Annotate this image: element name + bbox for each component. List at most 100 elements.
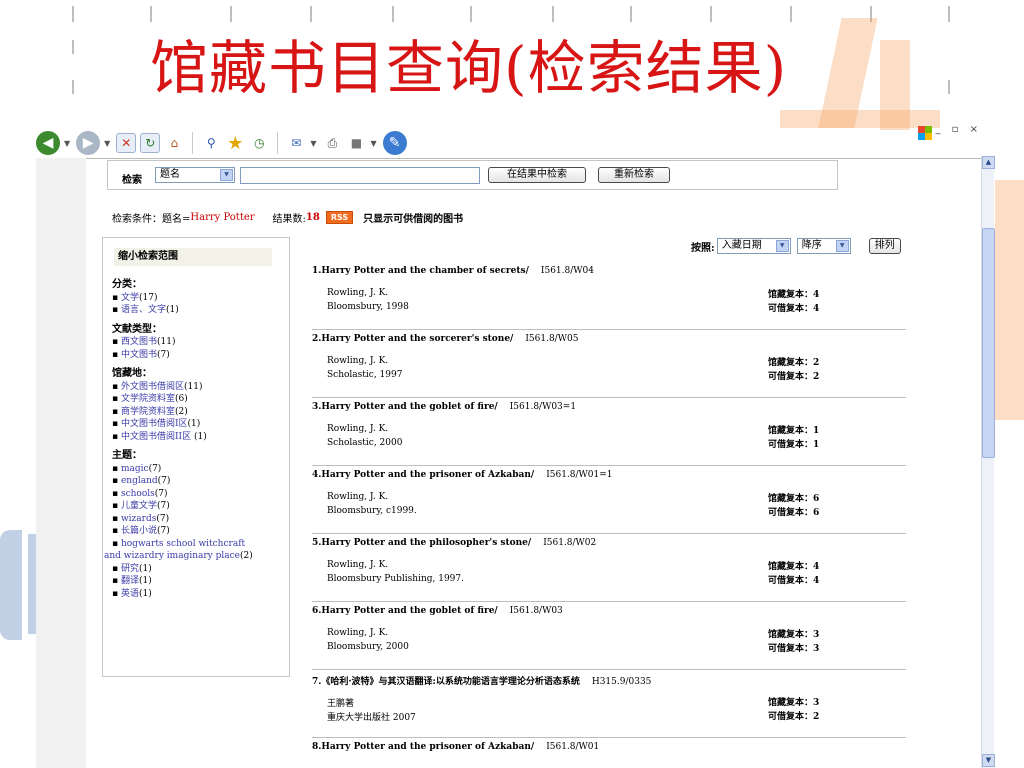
facet-item-count: (1) xyxy=(138,588,152,599)
facet-item[interactable]: ▪ england(7) xyxy=(112,475,288,488)
call-number: I561.8/W02 xyxy=(543,538,597,548)
facet-item[interactable]: ▪ 长篇小说(7) xyxy=(112,525,288,538)
search-within-button[interactable]: 在结果中检索 xyxy=(488,167,586,183)
facet-item-label[interactable]: 中文图书借阅I区 xyxy=(121,419,188,429)
windows-logo-icon xyxy=(918,126,932,140)
chevron-down-icon[interactable]: ▼ xyxy=(835,240,849,252)
facet-item[interactable]: ▪ 语言、文字(1) xyxy=(112,304,288,317)
facet-item[interactable]: ▪ schools(7) xyxy=(112,488,288,501)
window-controls[interactable]: _ ▫ × xyxy=(935,124,982,135)
facet-item-label[interactable]: 翻译 xyxy=(121,576,139,586)
facet-item-label[interactable]: 外文图书借阅区 xyxy=(121,382,184,392)
chevron-down-icon[interactable]: ▼ xyxy=(370,139,376,148)
rss-badge[interactable]: RSS xyxy=(325,211,354,224)
facet-item-continued[interactable]: and wizardry imaginary place(2) xyxy=(104,550,288,563)
facet-item[interactable]: ▪ magic(7) xyxy=(112,463,288,476)
result-title-link[interactable]: 8.Harry Potter and the prisoner of Azkab… xyxy=(312,742,534,752)
facet-item[interactable]: ▪ 文学(17) xyxy=(112,292,288,305)
call-number: I561.8/W03=1 xyxy=(509,402,577,412)
ruler-mark xyxy=(150,6,152,22)
facet-item-label[interactable]: 中文图书 xyxy=(121,350,157,360)
facet-item[interactable]: ▪ 西文图书(11) xyxy=(112,336,288,349)
result-title-link[interactable]: 1.Harry Potter and the chamber of secret… xyxy=(312,266,529,276)
result-title-link[interactable]: 5.Harry Potter and the philosopher's sto… xyxy=(312,538,531,548)
facet-item[interactable]: ▪ hogwarts school witchcraft xyxy=(112,538,288,551)
chevron-down-icon[interactable]: ▼ xyxy=(220,169,233,181)
home-icon[interactable]: ⌂ xyxy=(164,133,184,153)
edit-icon[interactable]: ■ xyxy=(346,133,366,153)
facet-item-label[interactable]: 文学 xyxy=(121,293,139,303)
scroll-down-icon[interactable]: ▼ xyxy=(982,754,995,767)
chevron-down-icon[interactable]: ▼ xyxy=(64,139,70,148)
vertical-scrollbar[interactable]: ▲ ▼ xyxy=(981,156,995,768)
messenger-icon[interactable]: ✎ xyxy=(382,131,407,155)
result-author: 王鹏著 xyxy=(327,699,355,709)
result-author: Rowling, J. K. xyxy=(327,560,389,570)
holdings-count: 馆藏复本：6 xyxy=(768,494,820,504)
facet-item[interactable]: ▪ 翻译(1) xyxy=(112,575,288,588)
facet-item[interactable]: ▪ 中文图书(7) xyxy=(112,349,288,362)
result-title-link[interactable]: 3.Harry Potter and the goblet of fire/ xyxy=(312,402,498,412)
holdings-count: 馆藏复本：4 xyxy=(768,562,820,572)
favorites-icon[interactable]: ★ xyxy=(225,133,245,154)
search-field-select[interactable]: 题名 ▼ xyxy=(155,167,235,183)
result-title-link[interactable]: 2.Harry Potter and the sorcerer's stone/ xyxy=(312,334,513,344)
sidebar-heading: 缩小检索范围 xyxy=(114,248,272,266)
mail-icon[interactable]: ✉ xyxy=(286,133,306,153)
available-count: 可借复本：4 xyxy=(768,576,820,586)
sort-field-select[interactable]: 入藏日期 ▼ xyxy=(716,238,791,254)
back-icon[interactable]: ◀ xyxy=(36,131,60,155)
facet-item[interactable]: ▪ 商学院资料室(2) xyxy=(112,406,288,419)
sort-button[interactable]: 排列 xyxy=(868,238,901,254)
facet-item-label[interactable]: 长篇小说 xyxy=(121,526,157,536)
facet-item-label[interactable]: schools xyxy=(121,489,155,499)
facet-item-label[interactable]: and wizardry imaginary place xyxy=(104,551,240,561)
facet-item[interactable]: ▪ 研究(1) xyxy=(112,563,288,576)
facet-item-label[interactable]: 西文图书 xyxy=(121,337,157,347)
result-item: 8.Harry Potter and the prisoner of Azkab… xyxy=(312,738,906,768)
facet-item-label[interactable]: 文学院资料室 xyxy=(121,394,175,404)
scroll-up-icon[interactable]: ▲ xyxy=(982,156,995,169)
result-item: 1.Harry Potter and the chamber of secret… xyxy=(312,262,906,330)
facet-item-label[interactable]: hogwarts school witchcraft xyxy=(121,539,245,549)
facet-item-label[interactable]: 商学院资料室 xyxy=(121,407,175,417)
facet-item[interactable]: ▪ 中文图书借阅I区(1) xyxy=(112,418,288,431)
chevron-down-icon[interactable]: ▼ xyxy=(775,240,789,252)
sort-order-select[interactable]: 降序 ▼ xyxy=(796,238,851,254)
facet-item[interactable]: ▪ wizards(7) xyxy=(112,513,288,526)
facet-item[interactable]: ▪ 儿童文学(7) xyxy=(112,500,288,513)
result-publisher: Bloomsbury, 2000 xyxy=(327,642,409,652)
history-icon[interactable]: ◷ xyxy=(249,133,269,153)
result-title-link[interactable]: 4.Harry Potter and the prisoner of Azkab… xyxy=(312,470,534,480)
search-criteria: 检索条件：题名= Harry Potter 结果数: 18 RSS 只显示可供借… xyxy=(112,210,463,225)
search-input[interactable] xyxy=(240,167,480,184)
forward-icon[interactable]: ▶ xyxy=(76,131,101,155)
facet-item-label[interactable]: magic xyxy=(121,464,149,474)
facet-item[interactable]: ▪ 中文图书借阅II区 (1) xyxy=(112,431,288,444)
search-icon[interactable]: ⚲ xyxy=(201,133,221,153)
facet-item[interactable]: ▪ 外文图书借阅区(11) xyxy=(112,381,288,394)
facet-item[interactable]: ▪ 英语(1) xyxy=(112,588,288,601)
facet-item-count: (7) xyxy=(157,476,171,486)
facet-item-label[interactable]: england xyxy=(121,476,158,486)
facet-item-label[interactable]: 中文图书借阅II区 xyxy=(121,432,194,442)
facet-item-label[interactable]: 研究 xyxy=(121,564,139,574)
facet-item-label[interactable]: wizards xyxy=(121,514,156,524)
chevron-down-icon[interactable]: ▼ xyxy=(310,139,316,148)
refresh-icon[interactable]: ↻ xyxy=(140,133,161,153)
facet-item-label[interactable]: 语言、文字 xyxy=(121,305,166,315)
available-only-link[interactable]: 只显示可供借阅的图书 xyxy=(363,210,463,225)
facet-item-label[interactable]: 儿童文学 xyxy=(121,501,157,511)
scroll-thumb[interactable] xyxy=(982,228,995,458)
chevron-down-icon[interactable]: ▼ xyxy=(104,139,110,148)
facet-item-count: (6) xyxy=(174,394,188,404)
result-title-link[interactable]: 6.Harry Potter and the goblet of fire/ xyxy=(312,606,498,616)
result-item: 2.Harry Potter and the sorcerer's stone/… xyxy=(312,330,906,398)
stop-icon[interactable]: ✕ xyxy=(116,133,137,153)
ruler-mark xyxy=(710,6,712,22)
facet-item[interactable]: ▪ 文学院资料室(6) xyxy=(112,393,288,406)
new-search-button[interactable]: 重新检索 xyxy=(598,167,670,183)
facet-item-label[interactable]: 英语 xyxy=(121,589,139,599)
result-title-link[interactable]: 7.《哈利·波特》与其汉语翻译:以系统功能语言学理论分析语态系统 xyxy=(312,677,580,687)
print-icon[interactable]: ⎙ xyxy=(322,133,342,153)
